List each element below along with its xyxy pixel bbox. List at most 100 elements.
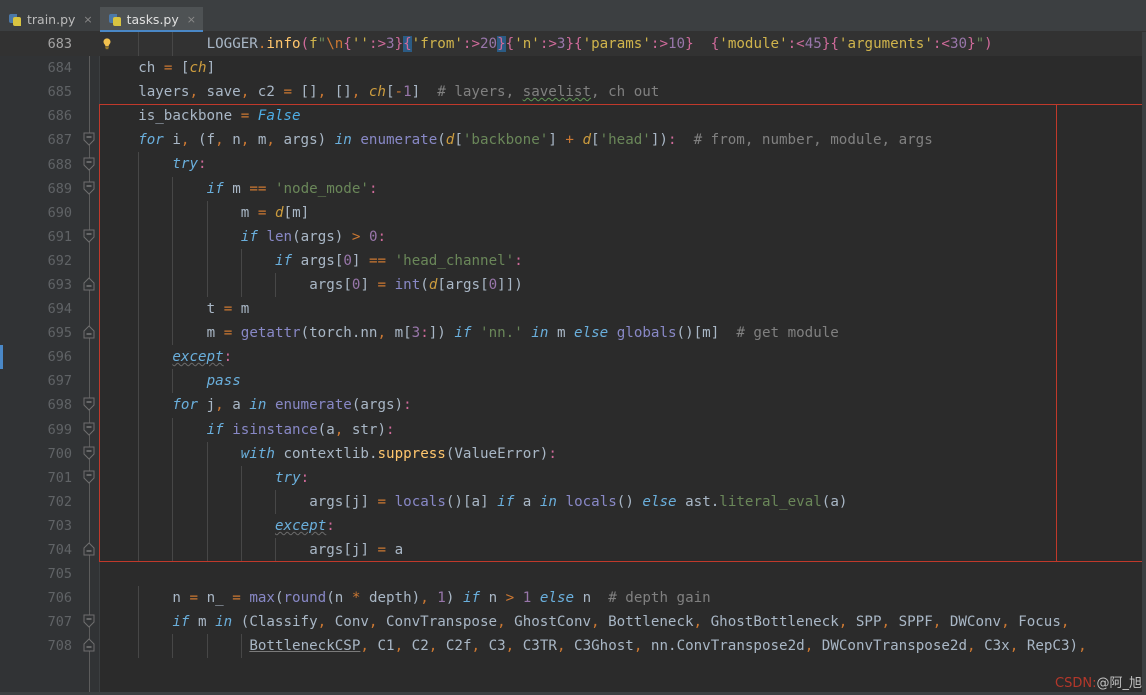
code-line[interactable]: 687 for i, (f, n, m, args) in enumerate(d… xyxy=(0,128,1146,152)
fold-collapse-icon[interactable] xyxy=(82,177,96,201)
code-line[interactable]: 688 try: xyxy=(0,152,1146,177)
indent-guide xyxy=(138,417,140,442)
fold-collapse-icon[interactable] xyxy=(82,418,96,442)
code-text: m = d[m] xyxy=(240,204,310,221)
fold-end-icon[interactable] xyxy=(82,273,96,297)
python-file-icon xyxy=(9,13,22,26)
indent-guide xyxy=(138,272,140,298)
code-text: try: xyxy=(275,469,310,486)
code-text: if len(args) > 0: xyxy=(240,228,387,245)
line-number: 684 xyxy=(47,60,72,77)
fold-collapse-icon[interactable] xyxy=(82,153,96,177)
line-number: 691 xyxy=(47,228,72,245)
indent-guide xyxy=(138,393,140,418)
editor-tab-train-py[interactable]: train.py × xyxy=(0,7,100,31)
fold-end-icon[interactable] xyxy=(82,321,96,345)
indent-guide xyxy=(172,369,174,394)
indent-guide xyxy=(172,272,174,298)
line-number: 692 xyxy=(47,252,72,269)
code-editor[interactable]: 683 LOGGER.info(f"\n{'':>3}{'from':>20}{'… xyxy=(0,32,1146,695)
fold-collapse-icon[interactable] xyxy=(82,393,96,417)
fold-end-icon[interactable] xyxy=(82,538,96,562)
code-line[interactable]: 694 t = m xyxy=(0,297,1146,322)
indent-guide xyxy=(206,465,208,490)
code-line[interactable]: 704 args[j] = a xyxy=(0,537,1146,563)
code-text: t = m xyxy=(206,301,250,318)
line-number: 694 xyxy=(47,301,72,318)
code-line[interactable]: 698 for j, a in enumerate(args): xyxy=(0,393,1146,418)
line-number: 702 xyxy=(47,493,72,510)
code-line[interactable]: 692 if args[0] == 'head_channel': xyxy=(0,248,1146,273)
code-line[interactable]: 691 if len(args) > 0: xyxy=(0,224,1146,249)
indent-guide xyxy=(172,32,174,57)
line-number: 700 xyxy=(47,445,72,462)
fold-collapse-icon[interactable] xyxy=(82,610,96,634)
indent-guide xyxy=(172,513,174,538)
editor-tab-label: train.py xyxy=(27,11,76,27)
line-number: 695 xyxy=(47,325,72,342)
code-line[interactable]: 705 xyxy=(0,562,1146,586)
indent-guide xyxy=(206,513,208,538)
code-line[interactable]: 686 is_backbone = False xyxy=(0,104,1146,128)
indent-guide xyxy=(138,634,140,659)
line-number: 696 xyxy=(47,349,72,366)
indent-guide xyxy=(172,537,174,563)
code-line[interactable]: 703 except: xyxy=(0,513,1146,538)
code-text: for i, (f, n, m, args) in enumerate(d['b… xyxy=(138,132,933,149)
close-icon[interactable]: × xyxy=(83,13,92,26)
indent-guide xyxy=(138,489,140,514)
fold-collapse-icon[interactable] xyxy=(82,128,96,152)
code-line[interactable]: 689 if m == 'node_mode': xyxy=(0,176,1146,201)
indent-guide xyxy=(206,200,208,225)
code-line[interactable]: 684 ch = [ch] xyxy=(0,56,1146,80)
fold-collapse-icon[interactable] xyxy=(82,466,96,490)
code-line[interactable]: 696 except: xyxy=(0,345,1146,370)
close-icon[interactable]: × xyxy=(187,13,196,26)
indent-guide xyxy=(275,489,276,514)
code-line[interactable]: 707 if m in (Classify, Conv, ConvTranspos… xyxy=(0,610,1146,635)
fold-collapse-icon[interactable] xyxy=(82,442,96,466)
indent-guide xyxy=(138,345,140,370)
python-file-icon xyxy=(108,13,122,26)
code-line[interactable]: 685 layers, save, c2 = [], [], ch[-1] # l… xyxy=(0,80,1146,104)
code-line[interactable]: 700 with contextlib.suppress(ValueError): xyxy=(0,441,1146,466)
code-line[interactable]: 702 args[j] = locals()[a] if a in locals(… xyxy=(0,489,1146,514)
line-number: 686 xyxy=(47,108,72,125)
fold-collapse-icon[interactable] xyxy=(82,225,96,249)
indent-guide xyxy=(138,321,140,346)
code-line[interactable]: 706 n = n_ = max(round(n * depth), 1) if … xyxy=(0,586,1146,611)
code-text: if m == 'node_mode': xyxy=(206,180,378,197)
code-line[interactable]: 697 pass xyxy=(0,369,1146,394)
code-text: layers, save, c2 = [], [], ch[-1] # laye… xyxy=(138,84,660,101)
code-text: if isinstance(a, str): xyxy=(206,421,395,438)
code-line[interactable]: 683 LOGGER.info(f"\n{'':>3}{'from':>20}{'… xyxy=(0,32,1146,57)
indent-guide xyxy=(138,465,140,490)
code-line[interactable]: 708 BottleneckCSP, C1, C2, C2f, C3, C3TR,… xyxy=(0,634,1146,659)
editor-tab-tasks-py[interactable]: tasks.py × xyxy=(99,7,204,32)
watermark-handle: @阿_旭 xyxy=(1096,676,1142,691)
code-rows[interactable]: 683 LOGGER.info(f"\n{'':>3}{'from':>20}{'… xyxy=(0,32,1146,659)
code-text: try: xyxy=(172,156,207,173)
code-line[interactable]: 693 args[0] = int(d[args[0]]) xyxy=(0,272,1146,298)
indent-guide xyxy=(240,634,242,659)
fold-end-icon[interactable] xyxy=(82,634,96,658)
indent-guide xyxy=(240,513,242,538)
indent-guide xyxy=(138,200,140,225)
code-line[interactable]: 701 try: xyxy=(0,465,1146,490)
indent-guide xyxy=(206,441,208,466)
code-line[interactable]: 699 if isinstance(a, str): xyxy=(0,417,1146,442)
line-number: 685 xyxy=(47,84,72,101)
indent-guide xyxy=(138,297,140,322)
lightbulb-icon[interactable] xyxy=(100,37,114,51)
code-text: args[0] = int(d[args[0]]) xyxy=(309,276,523,293)
code-line[interactable]: 695 m = getattr(torch.nn, m[3:]) if 'nn.'… xyxy=(0,321,1146,346)
line-number: 704 xyxy=(47,542,72,559)
indent-guide xyxy=(172,248,174,273)
indent-guide xyxy=(138,513,140,538)
line-number: 703 xyxy=(47,517,72,534)
indent-guide xyxy=(172,200,174,225)
code-text: except: xyxy=(275,517,335,534)
code-line[interactable]: 690 m = d[m] xyxy=(0,200,1146,225)
code-text: for j, a in enumerate(args): xyxy=(172,397,412,414)
indent-guide xyxy=(138,537,140,563)
